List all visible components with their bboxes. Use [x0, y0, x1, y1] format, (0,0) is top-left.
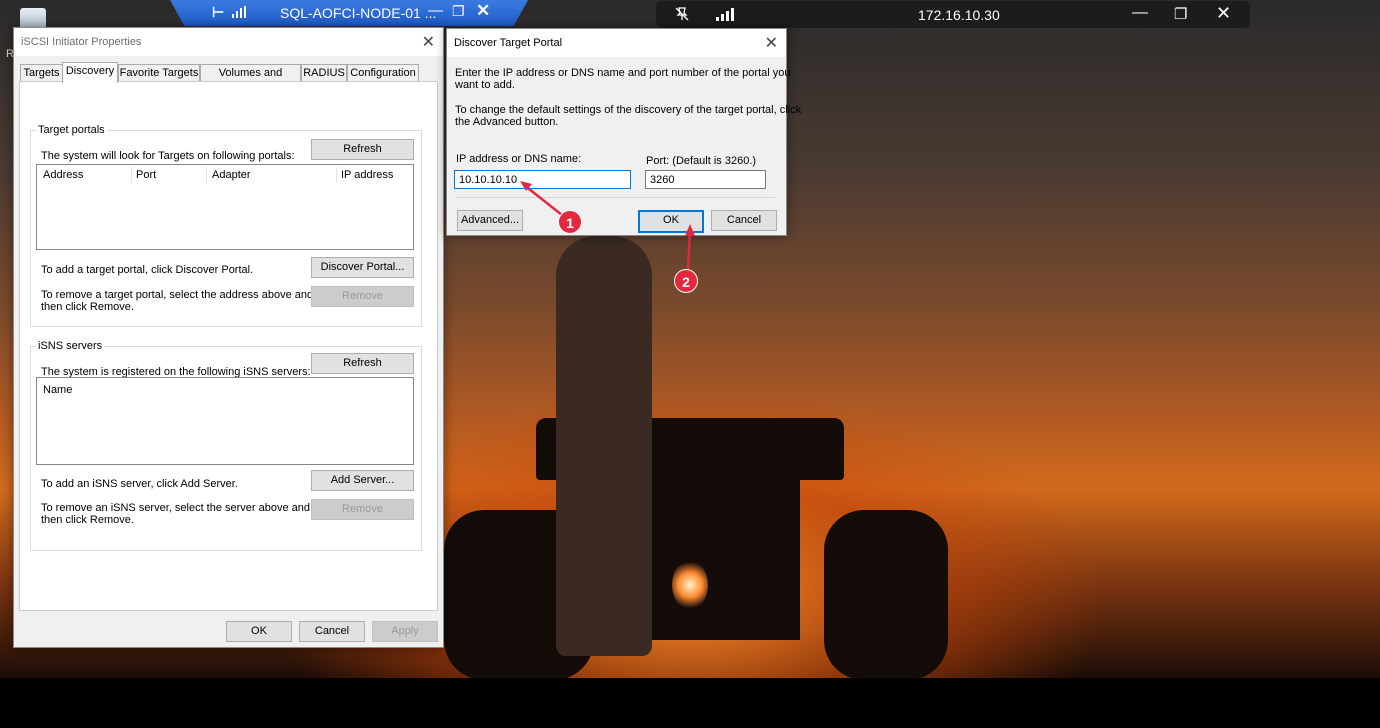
intro-text-line1: Enter the IP address or DNS name and por…	[455, 67, 791, 79]
port-label: Port: (Default is 3260.)	[646, 155, 757, 167]
restore-icon[interactable]: ❐	[452, 3, 465, 20]
target-portals-list[interactable]: Address Port Adapter IP address	[36, 164, 414, 250]
column-divider	[206, 167, 207, 183]
minimize-icon[interactable]: —	[428, 2, 443, 19]
close-icon[interactable]: ✕	[765, 33, 778, 53]
remove-portal-hint-line2: then click Remove.	[41, 301, 134, 313]
remove-portal-hint-line1: To remove a target portal, select the ad…	[41, 289, 314, 301]
refresh-portals-button[interactable]: Refresh	[311, 139, 414, 160]
column-divider	[131, 167, 132, 183]
restore-icon[interactable]: ❐	[1174, 5, 1187, 23]
tab-volumes-and-devices[interactable]: Volumes and Devices	[200, 64, 301, 96]
pin-icon[interactable]: ⊢	[212, 4, 224, 21]
wallpaper-driver	[556, 236, 652, 656]
add-server-button[interactable]: Add Server...	[311, 470, 414, 491]
group-label: iSNS servers	[36, 340, 105, 352]
remote-session-bar[interactable]: 172.16.10.30 — ❐ ✕	[656, 1, 1250, 28]
tab-favorite-targets[interactable]: Favorite Targets	[118, 64, 200, 82]
target-portals-group: Target portals The system will look for …	[30, 124, 422, 327]
signal-strength-icon[interactable]	[232, 6, 246, 18]
unpin-icon[interactable]	[674, 6, 690, 26]
wallpaper-rain-light	[672, 560, 708, 610]
ip-address-label: IP address or DNS name:	[456, 153, 582, 165]
discovery-tab-panel: Target portals The system will look for …	[19, 81, 438, 611]
intro-text-line2: want to add.	[455, 79, 515, 91]
column-adapter[interactable]: Adapter	[212, 169, 251, 181]
remote-host-address: 172.16.10.30	[918, 7, 1000, 23]
add-portal-hint: To add a target portal, click Discover P…	[41, 264, 254, 276]
apply-button[interactable]: Apply	[372, 621, 438, 642]
port-input[interactable]: 3260	[645, 170, 766, 189]
add-isns-hint: To add an iSNS server, click Add Server.	[41, 478, 238, 490]
dialog-ok-button[interactable]: OK	[638, 210, 704, 233]
advanced-hint-line2: the Advanced button.	[455, 116, 559, 128]
discover-portal-button[interactable]: Discover Portal...	[311, 257, 414, 278]
column-divider	[336, 167, 337, 183]
wallpaper-wheel-right	[824, 510, 948, 680]
discover-target-portal-dialog: Discover Target Portal ✕ Enter the IP ad…	[446, 28, 801, 236]
dialog-title-bar[interactable]: Discover Target Portal ✕	[447, 29, 786, 57]
ip-address-input[interactable]: 10.10.10.10	[454, 170, 631, 189]
column-name[interactable]: Name	[43, 384, 72, 396]
close-icon[interactable]: ✕	[476, 1, 490, 21]
remove-portal-button[interactable]: Remove	[311, 286, 414, 307]
close-icon[interactable]: ✕	[1216, 3, 1231, 24]
advanced-hint-line1: To change the default settings of the di…	[455, 104, 802, 116]
group-label: Target portals	[36, 124, 107, 136]
remove-isns-hint-line1: To remove an iSNS server, select the ser…	[41, 502, 311, 514]
column-ip-address[interactable]: IP address	[341, 169, 393, 181]
dialog-title: Discover Target Portal	[454, 37, 563, 49]
target-portals-description: The system will look for Targets on foll…	[41, 150, 295, 162]
rdp-session-title: SQL-AOFCI-NODE-01 ...	[280, 5, 437, 21]
dialog-cancel-button[interactable]: Cancel	[711, 210, 777, 231]
column-port[interactable]: Port	[136, 169, 156, 181]
close-icon[interactable]: ✕	[422, 32, 435, 52]
step-2-badge: 2	[674, 269, 698, 293]
desktop-bottom-strip	[0, 678, 1380, 728]
advanced-button[interactable]: Advanced...	[457, 210, 523, 231]
window-title-bar[interactable]: iSCSI Initiator Properties ✕	[14, 28, 443, 56]
tab-discovery[interactable]: Discovery	[62, 62, 118, 83]
cancel-button[interactable]: Cancel	[299, 621, 365, 642]
tab-configuration[interactable]: Configuration	[347, 64, 419, 82]
step-1-badge: 1	[558, 210, 582, 234]
connection-quality-icon[interactable]	[716, 8, 734, 21]
column-address[interactable]: Address	[43, 169, 83, 181]
rdp-connection-bar[interactable]: ⊢ SQL-AOFCI-NODE-01 ... — ❐ ✕	[170, 0, 528, 26]
tab-targets[interactable]: Targets	[20, 64, 63, 82]
iscsi-initiator-window: iSCSI Initiator Properties ✕ Targets Dis…	[13, 27, 444, 648]
minimize-icon[interactable]: —	[1132, 4, 1148, 22]
remove-isns-button[interactable]: Remove	[311, 499, 414, 520]
window-title: iSCSI Initiator Properties	[21, 36, 142, 48]
dialog-divider	[455, 197, 775, 198]
remove-isns-hint-line2: then click Remove.	[41, 514, 134, 526]
tab-radius[interactable]: RADIUS	[301, 64, 347, 82]
isns-servers-list[interactable]: Name	[36, 377, 414, 465]
isns-servers-group: iSNS servers The system is registered on…	[30, 340, 422, 551]
refresh-isns-button[interactable]: Refresh	[311, 353, 414, 374]
ok-button[interactable]: OK	[226, 621, 292, 642]
